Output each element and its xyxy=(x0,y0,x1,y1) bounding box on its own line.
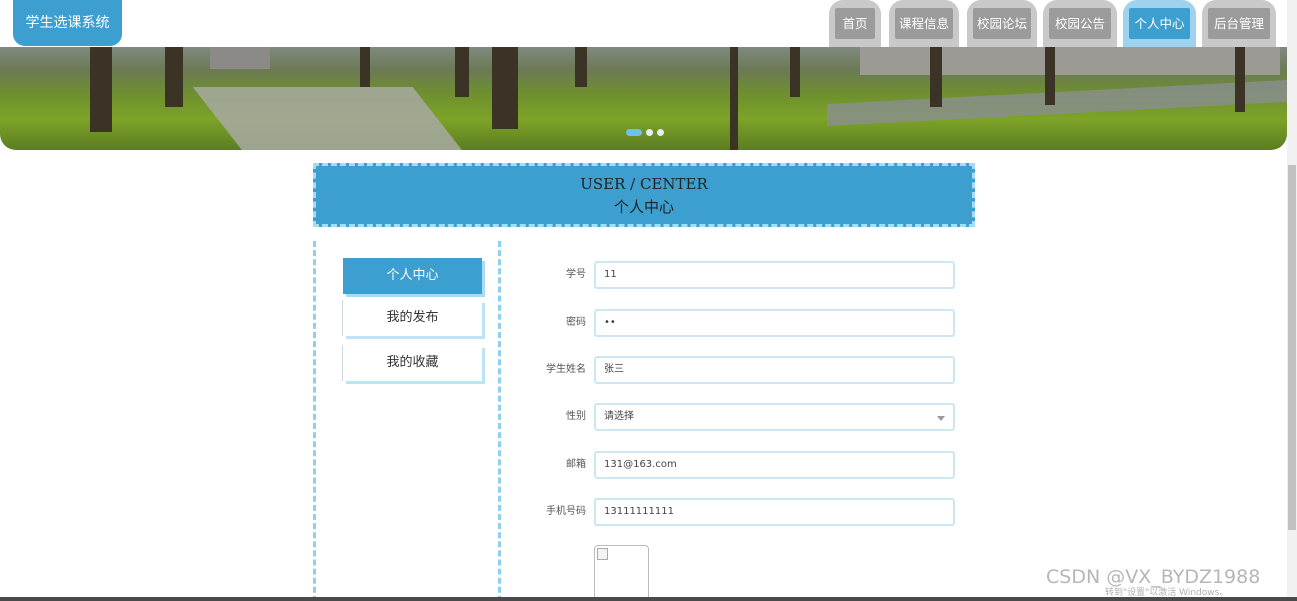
nav-campus-notice[interactable]: 校园公告 xyxy=(1043,0,1117,47)
chevron-down-icon xyxy=(937,416,945,421)
side-menu-my-favorites[interactable]: 我的收藏 xyxy=(343,345,482,381)
banner-tree xyxy=(492,47,518,129)
carousel-dot-3[interactable] xyxy=(657,129,664,136)
form-row-student-no: 学号 11 xyxy=(520,261,960,289)
banner-path xyxy=(192,87,468,150)
carousel-dot-1[interactable] xyxy=(626,129,642,136)
side-menu-my-posts[interactable]: 我的发布 xyxy=(343,300,482,336)
nav-campus-forum[interactable]: 校园论坛 xyxy=(967,0,1037,47)
page: 学生选课系统 首页 课程信息 校园论坛 校园公告 个人中心 后台管理 USER … xyxy=(0,0,1297,601)
gender-select[interactable]: 请选择 xyxy=(594,403,955,431)
broken-image-icon xyxy=(597,548,608,560)
side-menu-personal-center[interactable]: 个人中心 xyxy=(343,258,482,294)
nav-home[interactable]: 首页 xyxy=(829,0,881,47)
nav-campus-notice-label: 校园公告 xyxy=(1049,8,1111,39)
section-title: USER / CENTER 个人中心 xyxy=(313,163,975,227)
nav-course-info-label: 课程信息 xyxy=(895,8,953,39)
avatar-upload[interactable] xyxy=(594,545,649,601)
section-title-en: USER / CENTER xyxy=(580,175,708,193)
section-title-cn: 个人中心 xyxy=(613,198,674,216)
form-row-password: 密码 •• xyxy=(520,309,960,337)
scrollbar-thumb[interactable] xyxy=(1288,165,1296,530)
top-bar: 学生选课系统 首页 课程信息 校园论坛 校园公告 个人中心 后台管理 xyxy=(0,0,1287,47)
nav-course-info[interactable]: 课程信息 xyxy=(889,0,959,47)
password-label: 密码 xyxy=(566,317,586,328)
banner-carousel[interactable] xyxy=(0,47,1287,150)
banner-tree xyxy=(360,47,370,87)
phone-input[interactable]: 13111111111 xyxy=(594,498,955,526)
banner-building xyxy=(210,47,270,69)
side-menu: 个人中心 我的发布 我的收藏 xyxy=(313,241,501,601)
nav-home-label: 首页 xyxy=(835,8,875,39)
app-logo[interactable]: 学生选课系统 xyxy=(13,0,122,46)
banner-tree xyxy=(930,47,942,107)
banner-tree xyxy=(1235,47,1245,112)
banner-tree xyxy=(1045,47,1055,105)
bottom-border xyxy=(0,597,1297,601)
nav-personal-center[interactable]: 个人中心 xyxy=(1123,0,1196,47)
banner-building xyxy=(860,47,1280,75)
gender-label: 性别 xyxy=(566,411,586,422)
banner-tree xyxy=(730,47,738,150)
phone-label: 手机号码 xyxy=(546,506,586,517)
nav-admin[interactable]: 后台管理 xyxy=(1202,0,1276,47)
carousel-dots xyxy=(626,129,664,136)
student-name-label: 学生姓名 xyxy=(546,364,586,375)
form-row-gender: 性别 请选择 xyxy=(520,403,960,431)
form-row-student-name: 学生姓名 张三 xyxy=(520,356,960,384)
student-no-label: 学号 xyxy=(566,269,586,280)
email-input[interactable]: 131@163.com xyxy=(594,451,955,479)
gender-select-value: 请选择 xyxy=(604,411,634,422)
banner-tree xyxy=(165,47,183,107)
banner-tree xyxy=(455,47,469,97)
banner-tree xyxy=(90,47,112,132)
nav-admin-label: 后台管理 xyxy=(1208,8,1270,39)
password-input[interactable]: •• xyxy=(594,309,955,337)
nav-personal-center-label: 个人中心 xyxy=(1129,8,1190,39)
carousel-dot-2[interactable] xyxy=(646,129,653,136)
student-no-input[interactable]: 11 xyxy=(594,261,955,289)
page-scrollbar[interactable] xyxy=(1287,0,1297,601)
email-label: 邮箱 xyxy=(566,459,586,470)
student-name-input[interactable]: 张三 xyxy=(594,356,955,384)
main-nav: 首页 课程信息 校园论坛 校园公告 个人中心 后台管理 xyxy=(829,0,1276,47)
form-row-phone: 手机号码 13111111111 xyxy=(520,498,960,526)
banner-tree xyxy=(790,47,800,97)
banner-tree xyxy=(575,47,587,87)
nav-campus-forum-label: 校园论坛 xyxy=(973,8,1031,39)
banner-road xyxy=(827,79,1287,127)
form-row-email: 邮箱 131@163.com xyxy=(520,451,960,479)
